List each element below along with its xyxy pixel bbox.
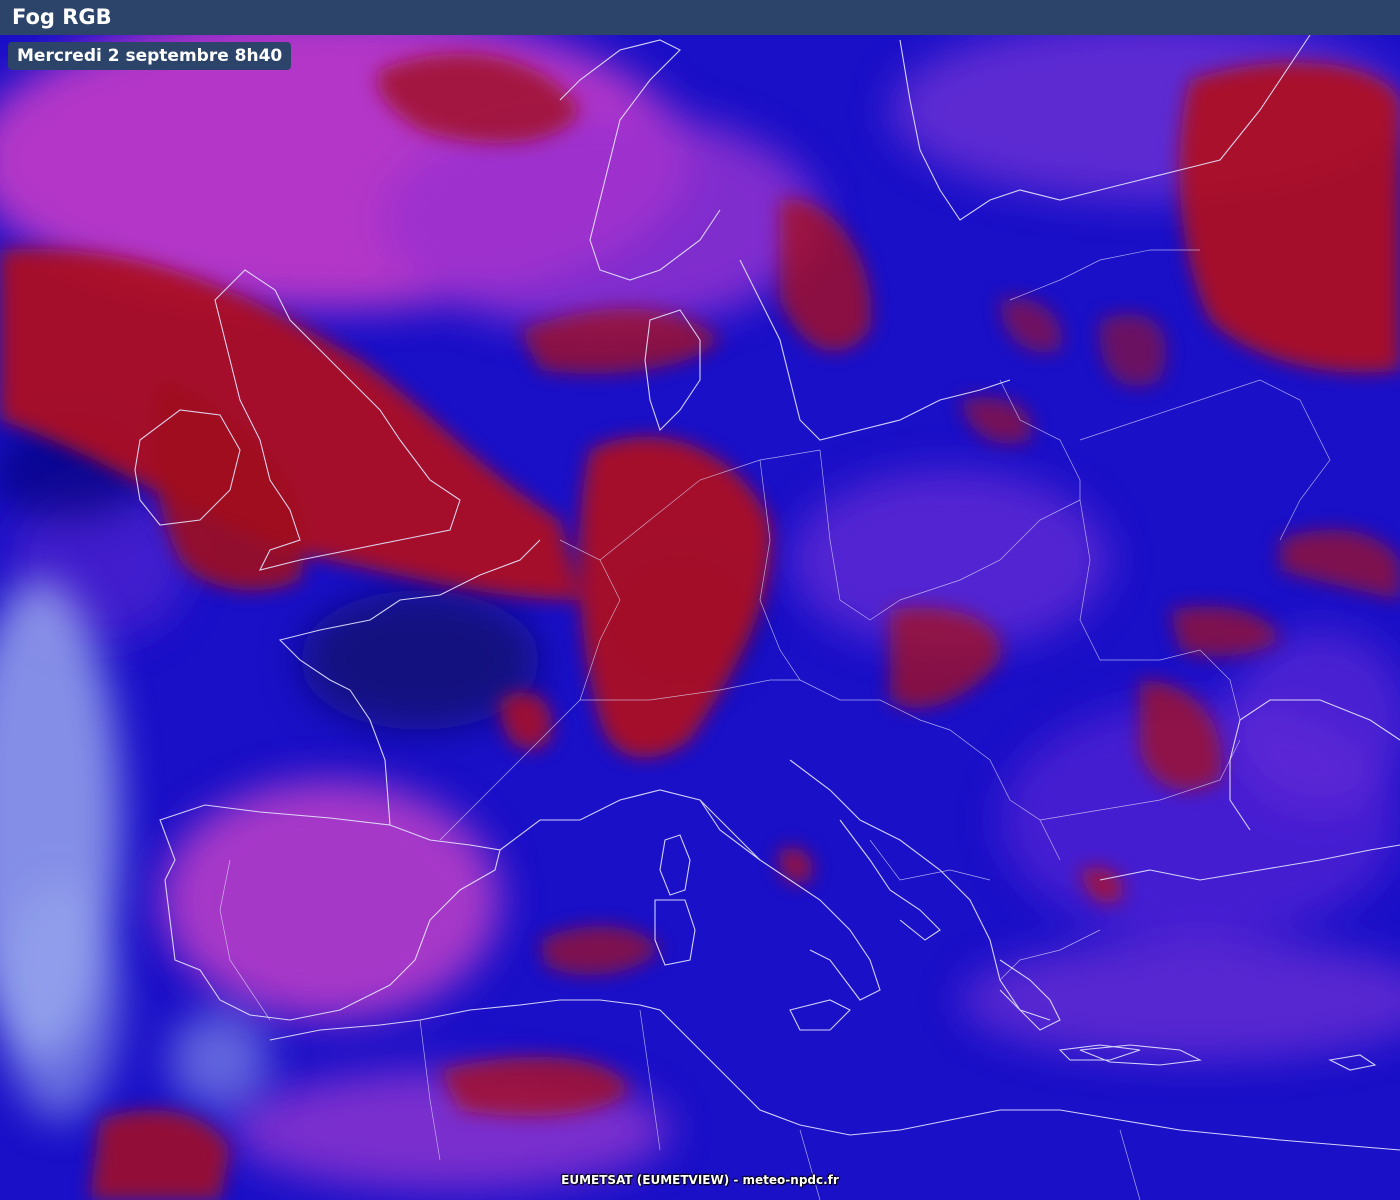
page-title: Fog RGB (12, 5, 112, 29)
satellite-map-svg (0, 35, 1400, 1200)
date-label: Mercredi 2 septembre 8h40 (8, 42, 292, 70)
satellite-image (0, 35, 1400, 1200)
title-bar: Fog RGB (0, 0, 1400, 35)
credit-text: EUMETSAT (EUMETVIEW) - meteo-npdc.fr (561, 1173, 839, 1187)
